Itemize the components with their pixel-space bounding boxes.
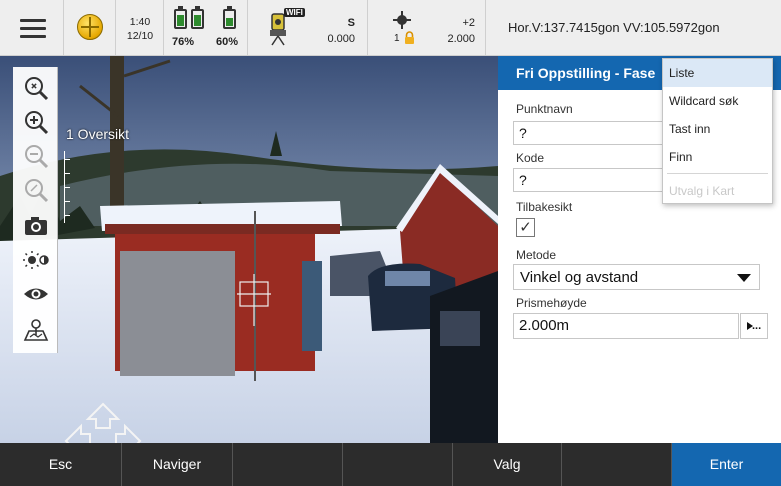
method-value: Vinkel og avstand <box>520 269 639 286</box>
globe-icon <box>77 14 103 40</box>
zoom-scale <box>64 151 74 223</box>
camera-view[interactable]: 1 Oversikt <box>0 56 498 443</box>
method-select[interactable]: Vinkel og avstand <box>513 264 760 290</box>
prism-height-field[interactable]: 2.000m <box>513 313 739 339</box>
instrument-value: 0.000 <box>327 33 355 45</box>
method-label: Metode <box>516 248 557 262</box>
prism-height-label: Prismehøyde <box>516 296 587 310</box>
survey-map-icon[interactable] <box>21 315 51 345</box>
chevron-down-icon <box>737 274 751 282</box>
point-name-label: Punktnavn <box>516 102 573 116</box>
hamburger-menu-icon[interactable] <box>0 0 64 56</box>
dropdown-separator <box>667 173 768 174</box>
zoom-reset-icon[interactable] <box>21 175 51 205</box>
dropdown-item-finn[interactable]: Finn <box>663 143 772 171</box>
navigation-pad-icon[interactable] <box>62 400 144 443</box>
softkey-bar: Esc Naviger Valg Enter <box>0 443 781 486</box>
camera-icon[interactable] <box>21 211 51 241</box>
prism-height-more-button[interactable] <box>740 313 768 339</box>
enter-button[interactable]: Enter <box>672 443 781 486</box>
softkey-empty-4[interactable] <box>343 443 453 486</box>
esc-button[interactable]: Esc <box>0 443 122 486</box>
instrument-status[interactable]: WIFI S 0.000 <box>248 0 368 56</box>
instrument-mode: S <box>347 17 355 29</box>
battery-1b-icon <box>191 6 204 29</box>
battery-status[interactable]: 76% 60% <box>164 0 248 56</box>
battery-2-percent: 60% <box>216 36 239 48</box>
eye-icon[interactable] <box>21 279 51 309</box>
backsight-checkbox[interactable]: ✓ <box>516 218 535 237</box>
view-title: 1 Oversikt <box>66 126 130 142</box>
dropdown-item-wildcard[interactable]: Wildcard søk <box>663 87 772 115</box>
gnss-status[interactable] <box>64 0 116 56</box>
select-button[interactable]: Valg <box>453 443 562 486</box>
panel-title: Fri Oppstilling - Fase <box>516 65 656 81</box>
zoom-in-icon[interactable] <box>21 107 51 137</box>
code-label: Kode <box>516 151 545 165</box>
wifi-badge: WIFI <box>284 8 305 17</box>
angle-readout[interactable]: Hor.V:137.7415gon VV:105.5972gon <box>486 0 781 56</box>
battery-2-icon <box>223 6 236 29</box>
battery-1-percent: 76% <box>172 36 195 48</box>
dropdown-item-tast-inn[interactable]: Tast inn <box>663 115 772 143</box>
dropdown-item-utvalg-i-kart: Utvalg i Kart <box>669 184 735 198</box>
dropdown-item-liste[interactable]: Liste <box>663 59 772 87</box>
battery-1-icon <box>174 6 187 29</box>
zoom-fit-icon[interactable] <box>21 73 51 103</box>
point-name-dropdown-menu: Liste Wildcard søk Tast inn Finn Utvalg … <box>662 58 773 204</box>
target-number: 1 <box>394 33 400 44</box>
lock-icon <box>405 31 414 44</box>
crosshair-icon <box>237 274 271 326</box>
clock: 1:40 12/10 <box>116 0 164 56</box>
status-bar: 1:40 12/10 76% 60% WIFI S 0.000 1 +2 2.0… <box>0 0 781 56</box>
camera-image <box>0 56 498 443</box>
target-status[interactable]: 1 +2 2.000 <box>368 0 486 56</box>
backsight-label: Tilbakesikt <box>516 200 573 214</box>
zoom-out-icon[interactable] <box>21 141 51 171</box>
softkey-empty-6[interactable] <box>562 443 672 486</box>
navigate-button[interactable]: Naviger <box>122 443 233 486</box>
time-text: 1:40 <box>129 16 151 28</box>
camera-toolbar <box>13 67 58 353</box>
softkey-empty-3[interactable] <box>233 443 343 486</box>
angle-readout-text: Hor.V:137.7415gon VV:105.5972gon <box>508 20 720 35</box>
brightness-icon[interactable] <box>21 245 51 275</box>
target-offset: +2 <box>462 17 475 29</box>
date-text: 12/10 <box>126 30 154 42</box>
target-height: 2.000 <box>447 33 475 45</box>
